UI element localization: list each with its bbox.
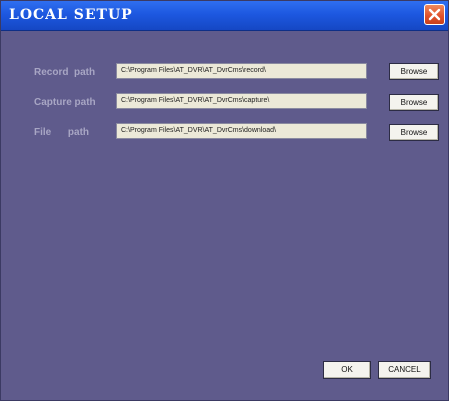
title-bar[interactable]: LOCAL SETUP (1, 1, 448, 31)
record-path-field[interactable]: C:\Program Files\AT_DVR\AT_DvrCms\record… (116, 63, 367, 79)
close-icon (428, 8, 441, 21)
capture-path-label: Capture path (34, 97, 96, 108)
ok-button[interactable]: OK (323, 361, 371, 379)
close-button[interactable] (424, 4, 445, 25)
capture-path-field[interactable]: C:\Program Files\AT_DVR\AT_DvrCms\captur… (116, 93, 367, 109)
window-title: LOCAL SETUP (9, 7, 133, 23)
file-browse-button[interactable]: Browse (389, 124, 439, 141)
capture-browse-button[interactable]: Browse (389, 94, 439, 111)
local-setup-window: LOCAL SETUP Record path C:\Program Files… (0, 0, 449, 401)
cancel-button[interactable]: CANCEL (378, 361, 431, 379)
record-browse-button[interactable]: Browse (389, 63, 439, 80)
record-path-label: Record path (34, 67, 96, 78)
file-path-label: File path (34, 127, 90, 138)
file-path-field[interactable]: C:\Program Files\AT_DVR\AT_DvrCms\downlo… (116, 123, 367, 139)
